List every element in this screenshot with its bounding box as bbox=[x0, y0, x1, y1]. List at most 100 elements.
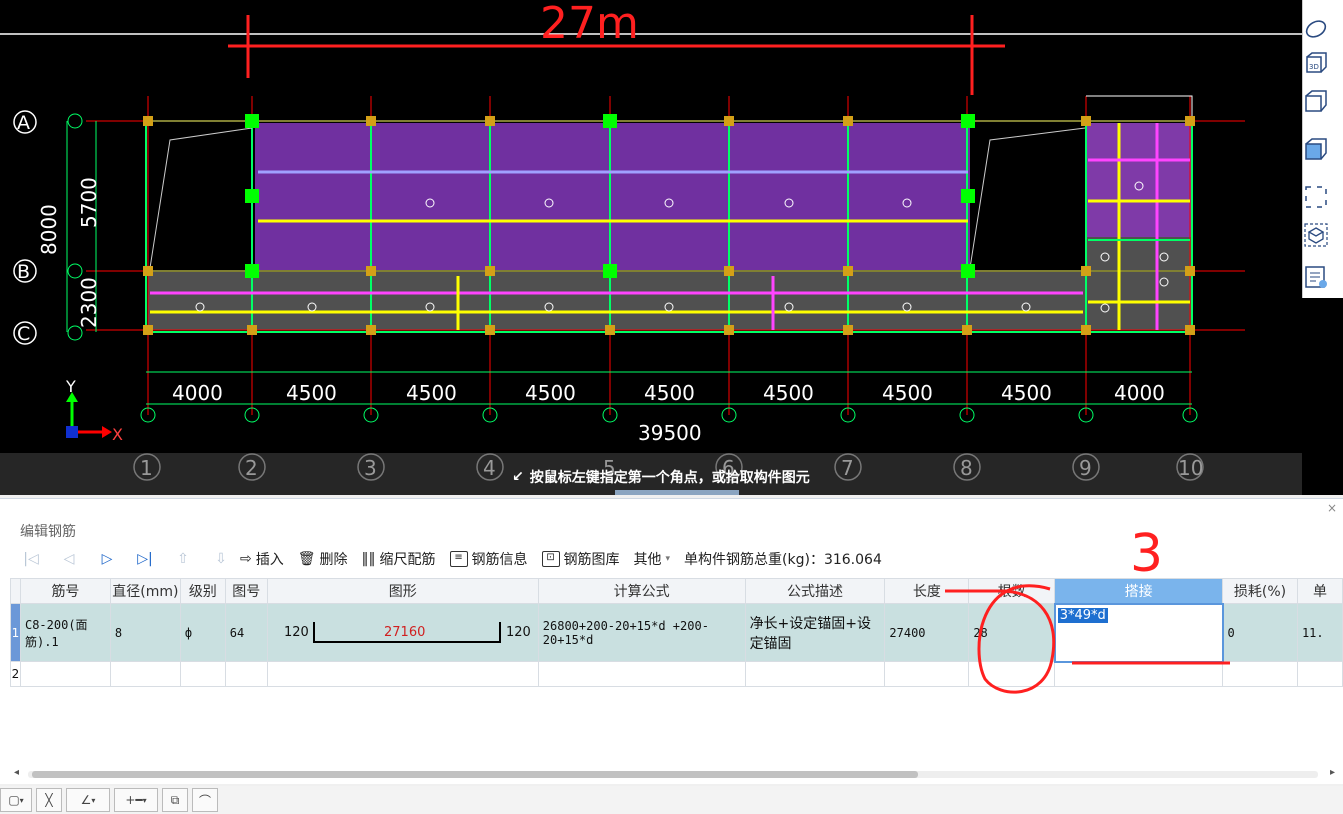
empty-cell[interactable] bbox=[1054, 661, 1224, 687]
scale-rebar-button[interactable]: ‖‖ 缩尺配筋 bbox=[362, 549, 436, 569]
cell-unit[interactable]: 11. bbox=[1296, 603, 1343, 662]
table-row[interactable]: 1 C8-200(面筋).1 8 ф 64 120 27160 120 2680… bbox=[10, 602, 1343, 663]
header-loss[interactable]: 损耗(%) bbox=[1222, 578, 1298, 604]
bay-dim-7: 4500 bbox=[882, 381, 933, 405]
axis-x-label: X bbox=[112, 425, 123, 444]
empty-cell[interactable] bbox=[744, 661, 886, 687]
angle-button[interactable]: ∠ ▾ bbox=[66, 788, 110, 812]
empty-cell[interactable] bbox=[537, 661, 746, 687]
cell-fig-no[interactable]: 64 bbox=[224, 603, 268, 662]
bay-dim-1: 4000 bbox=[172, 381, 223, 405]
cross-button[interactable]: ╳ bbox=[36, 788, 62, 812]
empty-cell[interactable] bbox=[884, 661, 970, 687]
empty-cell[interactable] bbox=[109, 661, 181, 687]
col-label-4: 4 bbox=[483, 456, 496, 480]
dim-left-8000: 8000 bbox=[37, 204, 61, 255]
3d-view-icon[interactable]: 3D bbox=[1303, 50, 1329, 76]
last-record-icon[interactable]: ▷| bbox=[126, 551, 164, 567]
rebar-info-button[interactable]: ≡ 钢筋信息 bbox=[449, 549, 528, 569]
insert-icon: ⇨ bbox=[240, 551, 252, 567]
lap-input-value[interactable]: 3*49*d bbox=[1057, 607, 1108, 623]
row-label-c: C bbox=[17, 323, 30, 345]
close-icon[interactable]: × bbox=[1327, 501, 1337, 515]
cell-desc[interactable]: 净长+设定锚固+设定锚固 bbox=[744, 603, 886, 662]
empty-cell[interactable] bbox=[179, 661, 226, 687]
annotation-27m: 27m bbox=[540, 0, 639, 49]
cell-length[interactable]: 27400 bbox=[884, 603, 970, 662]
header-length[interactable]: 长度 bbox=[884, 578, 970, 604]
copy-button[interactable]: ⧉ bbox=[162, 788, 188, 812]
bay-dim-4: 4500 bbox=[525, 381, 576, 405]
empty-cell[interactable] bbox=[1222, 661, 1298, 687]
empty-cell[interactable] bbox=[1296, 661, 1343, 687]
next-record-icon[interactable]: ▷ bbox=[88, 551, 126, 567]
header-count[interactable]: 根数 bbox=[968, 578, 1056, 604]
header-corner bbox=[10, 578, 21, 604]
table-row[interactable]: 2 bbox=[10, 661, 1343, 687]
chevron-down-icon: ▾ bbox=[142, 795, 147, 805]
offset-button[interactable]: +━ ▾ bbox=[114, 788, 158, 812]
row-number[interactable]: 1 bbox=[10, 603, 21, 662]
rebar-table: 筋号 直径(mm) 级别 图号 图形 计算公式 公式描述 长度 根数 搭接 损耗… bbox=[10, 578, 1343, 768]
cell-formula[interactable]: 26800+200-20+15*d +200-20+15*d bbox=[537, 603, 746, 662]
scroll-left-icon[interactable]: ◂ bbox=[14, 767, 19, 778]
header-shape[interactable]: 图形 bbox=[266, 578, 539, 604]
scroll-right-icon[interactable]: ▸ bbox=[1330, 767, 1335, 778]
total-weight-label: 单构件钢筋总重(kg)：316.064 bbox=[684, 552, 882, 568]
scroll-thumb[interactable] bbox=[32, 771, 918, 778]
header-lap[interactable]: 搭接 bbox=[1054, 578, 1224, 604]
app-window: 27m A B C 8000 5700 2300 4000 4500 4500 … bbox=[0, 0, 1343, 814]
move-down-icon[interactable]: ⇩ bbox=[202, 551, 240, 567]
floor-plan-drawing[interactable]: 27m A B C 8000 5700 2300 4000 4500 4500 … bbox=[0, 0, 1302, 495]
cell-bar-no[interactable]: C8-200(面筋).1 bbox=[19, 603, 111, 662]
horizontal-scrollbar[interactable]: ◂ ▸ bbox=[14, 767, 1335, 781]
header-desc[interactable]: 公式描述 bbox=[744, 578, 886, 604]
move-up-icon[interactable]: ⇧ bbox=[164, 551, 202, 567]
3d-label: 3D bbox=[1309, 63, 1319, 71]
header-grade[interactable]: 级别 bbox=[179, 578, 226, 604]
cell-shape[interactable]: 120 27160 120 bbox=[266, 603, 539, 662]
shape-left-value: 120 bbox=[284, 625, 309, 640]
insert-button[interactable]: ⇨ 插入 bbox=[240, 549, 284, 569]
row-number[interactable]: 2 bbox=[10, 661, 21, 687]
header-bar-no[interactable]: 筋号 bbox=[19, 578, 111, 604]
offset-icon: +━ bbox=[125, 793, 143, 807]
header-fig-no[interactable]: 图号 bbox=[224, 578, 268, 604]
cube-select-icon[interactable] bbox=[1303, 222, 1329, 248]
dim-left-5700: 5700 bbox=[77, 177, 101, 228]
header-unit[interactable]: 单 bbox=[1296, 578, 1343, 604]
bay-dim-6: 4500 bbox=[763, 381, 814, 405]
cell-lap-editor[interactable]: 3*49*d bbox=[1053, 602, 1224, 663]
prev-record-icon[interactable]: ◁ bbox=[50, 551, 88, 567]
cell-grade[interactable]: ф bbox=[179, 603, 226, 662]
cad-viewport[interactable]: 27m A B C 8000 5700 2300 4000 4500 4500 … bbox=[0, 0, 1343, 495]
bay-dim-3: 4500 bbox=[406, 381, 457, 405]
header-diameter[interactable]: 直径(mm) bbox=[109, 578, 181, 604]
total-dim: 39500 bbox=[638, 421, 702, 445]
cell-count[interactable]: 28 bbox=[968, 603, 1056, 662]
cross-icon: ╳ bbox=[45, 793, 53, 807]
box-view-icon[interactable] bbox=[1303, 88, 1329, 114]
cell-loss[interactable]: 0 bbox=[1222, 603, 1298, 662]
first-record-icon[interactable]: |◁ bbox=[12, 551, 50, 567]
rect-select-button[interactable]: ▢ ▾ bbox=[0, 788, 32, 812]
rebar-library-button[interactable]: ⊡ 钢筋图库 bbox=[541, 549, 620, 569]
arc-icon: ⌒ bbox=[198, 793, 211, 808]
header-formula[interactable]: 计算公式 bbox=[537, 578, 746, 604]
cell-diameter[interactable]: 8 bbox=[109, 603, 181, 662]
empty-cell[interactable] bbox=[224, 661, 268, 687]
delete-button[interactable]: 🗑 删除 bbox=[298, 549, 348, 569]
other-dropdown[interactable]: 其他 ▾ bbox=[634, 549, 671, 569]
select-region-icon[interactable] bbox=[1303, 184, 1329, 210]
empty-cell[interactable] bbox=[266, 661, 539, 687]
empty-cell[interactable] bbox=[19, 661, 111, 687]
box-view-filled-icon[interactable] bbox=[1303, 136, 1329, 162]
bay-dim-2: 4500 bbox=[286, 381, 337, 405]
empty-cell[interactable] bbox=[968, 661, 1056, 687]
arc-button[interactable]: ⌒ bbox=[192, 788, 218, 812]
orbit-icon[interactable] bbox=[1303, 16, 1329, 42]
bay-dim-9: 4000 bbox=[1114, 381, 1165, 405]
col-label-7: 7 bbox=[841, 456, 854, 480]
property-list-icon[interactable] bbox=[1303, 264, 1329, 290]
chevron-down-icon: ▾ bbox=[19, 795, 24, 805]
